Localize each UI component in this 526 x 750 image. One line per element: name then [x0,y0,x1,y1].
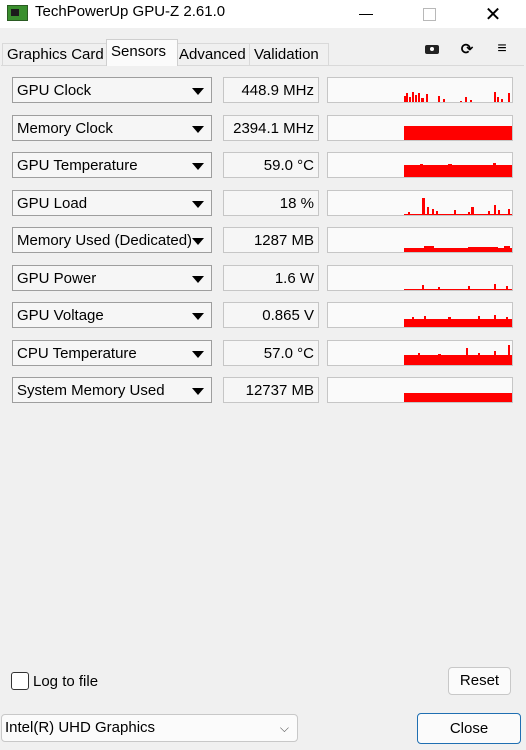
maximize-icon [422,7,436,21]
sensor-graph-svg [404,393,512,402]
title-bar: TechPowerUp GPU-Z 2.61.0 ✕ [0,0,526,28]
dropdown-arrow-icon [192,126,204,133]
sensor-graph-svg [404,126,512,140]
camera-icon[interactable] [421,40,443,58]
sensor-row-cpu-temperature: CPU Temperature 57.0 °C [12,340,513,368]
sensor-name-dropdown[interactable]: CPU Temperature [12,340,212,366]
sensor-graph [327,115,513,141]
dropdown-arrow-icon [192,163,204,170]
sensor-graph-svg [404,284,512,290]
sensor-graph [327,227,513,253]
minimize-icon [359,13,373,15]
gpu-select-dropdown[interactable]: Intel(R) UHD Graphics ⌵ [1,714,298,742]
sensor-value: 0.865 V [223,302,319,328]
dropdown-arrow-icon [192,238,204,245]
sensor-name-label: GPU Load [17,195,88,212]
sensor-name-dropdown[interactable]: GPU Voltage [12,302,212,328]
gpuz-window: TechPowerUp GPU-Z 2.61.0 ✕ Graphics Card… [0,0,526,750]
sensor-name-label: GPU Power [17,270,97,287]
sensor-name-dropdown[interactable]: GPU Temperature [12,152,212,178]
sensor-graph [327,152,513,178]
sensor-name-dropdown[interactable]: GPU Clock [12,77,212,103]
dropdown-arrow-icon [192,351,204,358]
sensor-row-memory-clock: Memory Clock 2394.1 MHz [12,115,513,143]
sensor-graph [327,265,513,291]
sensor-row-memory-used-dedicated: Memory Used (Dedicated) 1287 MB [12,227,513,255]
chevron-down-icon: ⌵ [279,721,289,735]
sensor-value: 448.9 MHz [223,77,319,103]
sensor-name-dropdown[interactable]: GPU Power [12,265,212,291]
hamburger-menu-icon[interactable]: ≡ [491,40,513,58]
tab-sensors[interactable]: Sensors [106,39,178,66]
sensor-graph-svg [404,163,512,177]
reset-button[interactable]: Reset [448,667,511,695]
tab-bar: Graphics Card Sensors Advanced Validatio… [0,39,526,66]
tab-advanced[interactable]: Advanced [174,43,256,66]
gpu-select-value: Intel(R) UHD Graphics [5,719,156,736]
sensor-name-label: GPU Temperature [17,157,138,174]
sensor-row-gpu-power: GPU Power 1.6 W [12,265,513,293]
sensor-row-gpu-voltage: GPU Voltage 0.865 V [12,302,513,330]
sensor-graph-svg [404,198,512,215]
sensor-name-dropdown[interactable]: Memory Clock [12,115,212,141]
tab-graphics-card[interactable]: Graphics Card [2,43,110,66]
sensor-graph [327,190,513,216]
sensor-graph-svg [404,345,512,365]
sensor-name-label: Memory Used (Dedicated) [17,232,193,249]
sensor-graph-svg [404,315,512,327]
window-title: TechPowerUp GPU-Z 2.61.0 [35,3,226,20]
refresh-icon[interactable]: ⟳ [456,40,478,58]
log-to-file-checkbox[interactable] [11,672,29,690]
sensor-name-dropdown[interactable]: System Memory Used [12,377,212,403]
sensor-graph [327,340,513,366]
sensor-value: 57.0 °C [223,340,319,366]
close-icon: ✕ [484,3,502,26]
close-button[interactable]: Close [417,713,521,744]
sensor-name-label: GPU Voltage [17,307,104,324]
sensor-row-system-memory-used: System Memory Used 12737 MB [12,377,513,405]
sensor-graph [327,377,513,403]
sensor-graph-svg [404,92,510,102]
sensor-row-gpu-temperature: GPU Temperature 59.0 °C [12,152,513,180]
sensor-name-label: CPU Temperature [17,345,137,362]
sensor-value: 12737 MB [223,377,319,403]
sensor-graph [327,77,513,103]
sensor-name-label: Memory Clock [17,120,113,137]
gpuz-app-icon [7,5,28,21]
dropdown-arrow-icon [192,313,204,320]
sensor-graph [327,302,513,328]
dropdown-arrow-icon [192,388,204,395]
sensor-name-label: System Memory Used [17,382,165,399]
log-to-file-label: Log to file [33,673,99,690]
sensor-row-gpu-clock: GPU Clock 448.9 MHz [12,77,513,105]
dropdown-arrow-icon [192,88,204,95]
sensor-name-dropdown[interactable]: Memory Used (Dedicated) [12,227,212,253]
sensor-name-dropdown[interactable]: GPU Load [12,190,212,216]
sensor-value: 18 % [223,190,319,216]
sensor-value: 59.0 °C [223,152,319,178]
sensor-value: 2394.1 MHz [223,115,319,141]
maximize-button[interactable] [406,0,452,28]
tab-validation[interactable]: Validation [249,43,329,66]
sensor-graph-svg [404,246,512,252]
dropdown-arrow-icon [192,201,204,208]
sensor-value: 1.6 W [223,265,319,291]
sensor-value: 1287 MB [223,227,319,253]
minimize-button[interactable] [343,0,389,28]
sensors-panel: GPU Clock 448.9 MHz Memory Clock 2394.1 … [1,65,524,704]
close-window-button[interactable]: ✕ [470,0,516,28]
sensor-name-label: GPU Clock [17,82,92,99]
sensor-row-gpu-load: GPU Load 18 % [12,190,513,218]
dropdown-arrow-icon [192,276,204,283]
